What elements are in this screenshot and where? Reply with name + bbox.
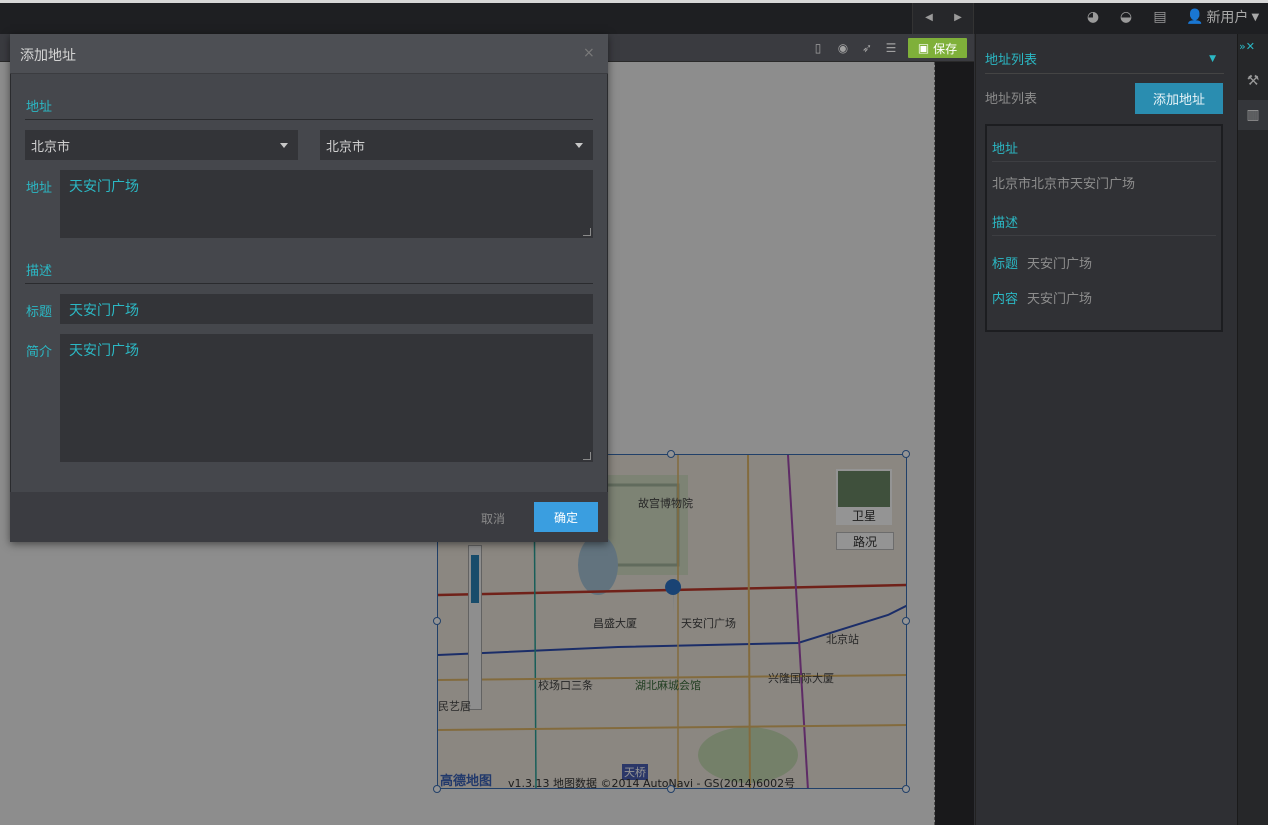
section-address: 地址 xyxy=(26,100,53,115)
card-content-label: 内容 xyxy=(992,292,1019,307)
globe-icon[interactable]: ◕ xyxy=(1084,8,1102,26)
caret-down-icon: ▼ xyxy=(1209,53,1216,64)
top-bar xyxy=(0,0,1268,34)
address-textarea[interactable]: 天安门广场 xyxy=(60,170,593,238)
add-address-modal xyxy=(10,34,608,542)
section-description: 描述 xyxy=(26,264,53,279)
divider xyxy=(25,283,593,284)
address-value: 天安门广场 xyxy=(69,179,139,195)
divider xyxy=(25,119,593,120)
dashboard-icon[interactable]: ◒ xyxy=(1117,8,1135,26)
city-select[interactable]: 北京市 xyxy=(320,130,593,160)
modal-header xyxy=(10,34,608,74)
chevron-down-icon: ▼ xyxy=(1251,11,1260,23)
list-label: 地址列表 xyxy=(985,92,1038,107)
eye-icon[interactable]: ◉ xyxy=(835,40,851,56)
add-address-button[interactable]: 添加地址 xyxy=(1135,83,1223,114)
modal-title: 添加地址 xyxy=(20,48,76,64)
address-label: 地址 xyxy=(26,181,53,196)
caret-down-icon xyxy=(575,142,583,148)
divider xyxy=(992,161,1216,162)
title-label: 标题 xyxy=(26,305,53,320)
intro-label: 简介 xyxy=(26,345,53,360)
resize-grip-icon[interactable] xyxy=(583,452,591,460)
close-icon[interactable]: × xyxy=(583,45,595,61)
book-icon[interactable]: ▥ xyxy=(1238,100,1268,130)
save-label: 保存 xyxy=(933,41,958,56)
paint-roller-icon[interactable]: ⚒ xyxy=(1238,66,1268,96)
rocket-icon[interactable]: ➶ xyxy=(859,40,875,56)
user-icon: 👤 xyxy=(1186,9,1204,25)
card-title-value: 天安门广场 xyxy=(1027,257,1093,272)
title-input[interactable]: 天安门广场 xyxy=(60,294,593,324)
province-select[interactable]: 北京市 xyxy=(25,130,298,160)
divider xyxy=(992,235,1216,236)
card-content-value: 天安门广场 xyxy=(1027,292,1093,307)
modal-footer xyxy=(10,492,608,542)
intro-textarea[interactable]: 天安门广场 xyxy=(60,334,593,462)
save-button[interactable]: ▣ 保存 xyxy=(908,38,967,58)
confirm-button[interactable]: 确定 xyxy=(534,502,598,532)
collapse-icon[interactable]: »✕ xyxy=(1239,40,1255,53)
address-card[interactable] xyxy=(985,124,1223,332)
list-icon[interactable]: ▤ xyxy=(1151,8,1169,26)
intro-value: 天安门广场 xyxy=(69,343,139,359)
resize-grip-icon[interactable] xyxy=(583,228,591,236)
sliders-icon[interactable]: ☰ xyxy=(883,40,899,56)
caret-down-icon xyxy=(280,142,288,148)
user-name: 新用户 xyxy=(1206,10,1249,26)
card-section-desc: 描述 xyxy=(992,216,1019,231)
save-icon: ▣ xyxy=(917,41,930,55)
user-menu[interactable]: 👤 新用户 ▼ xyxy=(1186,8,1259,26)
card-title-label: 标题 xyxy=(992,257,1019,272)
card-address-text: 北京市北京市天安门广场 xyxy=(992,177,1136,192)
panel-header[interactable]: 地址列表 ▼ xyxy=(985,44,1224,74)
title-value: 天安门广场 xyxy=(69,303,139,319)
side-tab-strip xyxy=(1237,34,1268,825)
chevron-left-icon[interactable]: ◀ xyxy=(915,3,943,31)
chevron-right-icon[interactable]: ▶ xyxy=(944,3,972,31)
city-value: 北京市 xyxy=(326,139,366,155)
province-value: 北京市 xyxy=(31,139,71,155)
card-section-address: 地址 xyxy=(992,142,1019,157)
panel-title: 地址列表 xyxy=(985,53,1038,68)
mobile-icon[interactable]: ▯ xyxy=(810,40,826,56)
cancel-button[interactable]: 取消 xyxy=(470,505,516,531)
